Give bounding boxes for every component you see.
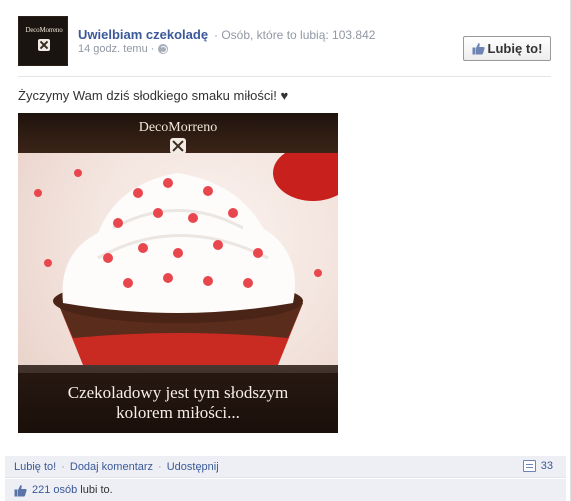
page-name-link[interactable]: Uwielbiam czekoladę — [78, 27, 208, 42]
brand-crest-icon — [38, 39, 50, 51]
likers-suffix: lubi to. — [80, 484, 113, 496]
thumbs-up-icon — [472, 42, 485, 55]
like-post-link[interactable]: Lubię to! — [14, 461, 56, 473]
photo-caption-line-1: Czekoladowy jest tym słodszym — [67, 383, 289, 402]
comment-count-value: 33 — [540, 460, 553, 472]
header-divider — [18, 76, 551, 77]
action-separator: · — [158, 460, 162, 473]
page-likes-count: · Osób, które to lubią: 103.842 — [214, 28, 376, 42]
avatar-brand-text: DecoMorreno — [25, 26, 63, 34]
add-comment-link[interactable]: Dodaj komentarz — [70, 461, 153, 473]
globe-icon — [158, 44, 169, 54]
post-meta: 14 godz. temu · — [78, 43, 169, 55]
page-post: DecoMorreno Uwielbiam czekoladę · Osób, … — [0, 0, 571, 501]
page-avatar[interactable]: DecoMorreno — [18, 16, 68, 66]
comment-icon — [522, 460, 536, 472]
photo-brand-text: DecoMorreno — [138, 120, 218, 135]
post-photo[interactable]: DecoMorreno Czekoladowy jest tym słodszy… — [18, 113, 338, 433]
comment-count[interactable]: 33 — [522, 460, 553, 472]
photo-crest-icon — [170, 138, 186, 154]
share-link[interactable]: Udostępnij — [167, 461, 219, 473]
photo-caption-line-2: kolorem miłości... — [116, 403, 240, 422]
post-timestamp[interactable]: 14 godz. temu · — [78, 43, 154, 55]
thumbs-up-icon — [14, 484, 27, 497]
action-separator: · — [61, 460, 65, 473]
like-page-button-label: Lubię to! — [487, 41, 543, 56]
post-action-bar: Lubię to! · Dodaj komentarz · Udostępnij… — [5, 456, 566, 478]
post-message: Życzymy Wam dziś słodkiego smaku miłości… — [18, 88, 289, 103]
cupcake-image — [18, 145, 338, 373]
likers-count-link[interactable]: 221 osób — [32, 484, 77, 496]
post-likers: 221 osób lubi to. — [5, 479, 566, 501]
like-page-button[interactable]: Lubię to! — [463, 36, 551, 61]
